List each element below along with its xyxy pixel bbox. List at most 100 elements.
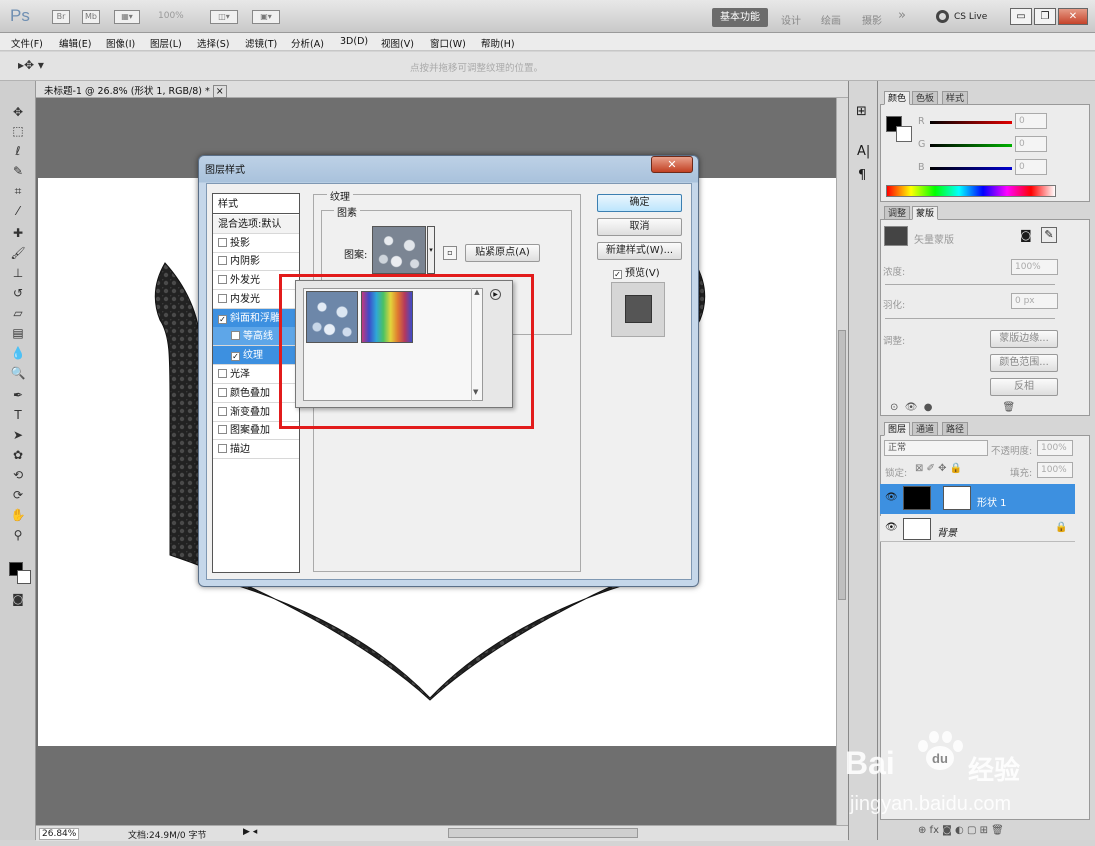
opacity-value[interactable]: 100% <box>1037 440 1073 456</box>
checkbox[interactable] <box>218 444 227 453</box>
vector-mask-icon[interactable]: ✎ <box>1041 227 1057 243</box>
color-spectrum-bar[interactable] <box>886 185 1056 197</box>
cs-live-button[interactable]: CS Live <box>954 12 987 22</box>
tab-channels[interactable]: 通道 <box>912 422 939 436</box>
workspace-photography[interactable]: 摄影 <box>862 12 882 27</box>
close-document-icon[interactable]: × <box>212 85 227 98</box>
quick-mask-icon[interactable]: ◙ <box>9 590 27 608</box>
3d-rotate-tool-icon[interactable]: ⟲ <box>9 466 27 484</box>
workspace-painting[interactable]: 绘画 <box>821 12 841 27</box>
checkbox[interactable] <box>218 238 227 247</box>
document-tab[interactable]: 未标题-1 @ 26.8% (形状 1, RGB/8) * × <box>44 83 227 98</box>
zoom-dropdown[interactable]: 100% <box>158 11 184 21</box>
ok-button[interactable]: 确定 <box>597 194 682 212</box>
quick-select-tool-icon[interactable]: ✎ <box>9 162 27 180</box>
checkbox-checked[interactable]: ✓ <box>218 315 227 324</box>
character-panel-icon[interactable]: A| <box>857 144 870 159</box>
status-menu-arrow-icon[interactable]: ▶ ◂ <box>243 827 257 837</box>
menu-window[interactable]: 窗口(W) <box>430 36 466 50</box>
checkbox-checked[interactable]: ✓ <box>613 270 622 279</box>
bridge-button[interactable]: Br <box>52 10 70 24</box>
eraser-tool-icon[interactable]: ▱ <box>9 304 27 322</box>
menu-filter[interactable]: 滤镜(T) <box>245 36 277 50</box>
arrange-documents-button[interactable]: ◫▾ <box>210 10 238 24</box>
view-extras-button[interactable]: ▦▾ <box>114 10 140 24</box>
menu-help[interactable]: 帮助(H) <box>481 36 515 50</box>
density-value[interactable]: 100% <box>1011 259 1058 275</box>
crop-tool-icon[interactable]: ⌗ <box>9 182 27 200</box>
green-slider[interactable] <box>930 144 1012 147</box>
paragraph-panel-icon[interactable]: ¶ <box>858 168 866 183</box>
screen-mode-button[interactable]: ▣▾ <box>252 10 280 24</box>
tab-masks[interactable]: 蒙版 <box>912 206 939 220</box>
checkbox[interactable] <box>218 294 227 303</box>
pattern-dropdown-arrow-icon[interactable]: ▾ <box>427 226 435 274</box>
tab-styles[interactable]: 样式 <box>942 91 969 105</box>
brush-tool-icon[interactable]: 🖌 <box>9 244 27 262</box>
checkbox-checked[interactable]: ✓ <box>231 352 240 361</box>
shape-tool-icon[interactable]: ✿ <box>9 446 27 464</box>
lasso-tool-icon[interactable]: ℓ <box>9 142 27 160</box>
layer-name[interactable]: 背景 <box>937 524 957 539</box>
checkbox[interactable] <box>218 369 227 378</box>
feather-value[interactable]: 0 px <box>1011 293 1058 309</box>
blending-options-item[interactable]: 混合选项:默认 <box>213 215 299 234</box>
restore-button[interactable]: ❐ <box>1034 8 1056 25</box>
pixel-mask-icon[interactable]: ◙ <box>1020 228 1032 242</box>
mini-bridge-button[interactable]: Mb <box>82 10 100 24</box>
move-tool-icon[interactable]: ✥ <box>9 103 27 121</box>
eyedropper-tool-icon[interactable]: ⁄ <box>9 202 27 220</box>
visibility-eye-icon[interactable]: 👁 <box>885 522 898 533</box>
lock-icons[interactable]: ⊠ ✐ ✥ 🔒 <box>915 463 962 474</box>
tab-color[interactable]: 颜色 <box>884 91 911 105</box>
zoom-level[interactable]: 26.84% <box>39 828 80 840</box>
checkbox[interactable] <box>218 407 227 416</box>
cancel-button[interactable]: 取消 <box>597 218 682 236</box>
healing-brush-tool-icon[interactable]: ✚ <box>9 224 27 242</box>
zoom-tool-icon[interactable]: ⚲ <box>9 526 27 544</box>
red-slider[interactable] <box>930 121 1012 124</box>
more-workspaces-button[interactable]: » <box>898 8 906 23</box>
red-value[interactable]: 0 <box>1015 113 1047 129</box>
blur-tool-icon[interactable]: 💧 <box>9 344 27 362</box>
style-item-inner-shadow[interactable]: 内阴影 <box>213 252 299 271</box>
menu-edit[interactable]: 编辑(E) <box>59 36 91 50</box>
minimize-button[interactable]: ▭ <box>1010 8 1032 25</box>
preview-checkbox[interactable]: ✓ 预览(V) <box>613 264 660 279</box>
checkbox[interactable] <box>231 331 240 340</box>
background-color-chip[interactable] <box>896 126 912 142</box>
marquee-tool-icon[interactable]: ⬚ <box>9 122 27 140</box>
checkbox[interactable] <box>218 256 227 265</box>
menu-file[interactable]: 文件(F) <box>11 36 43 50</box>
hand-tool-icon[interactable]: ✋ <box>9 506 27 524</box>
history-panel-icon[interactable]: ⊞ <box>856 104 867 119</box>
pattern-preview[interactable] <box>372 226 426 274</box>
dialog-close-button[interactable]: ✕ <box>651 156 693 173</box>
snap-to-origin-button[interactable]: 贴紧原点(A) <box>465 244 540 262</box>
close-app-button[interactable]: ✕ <box>1058 8 1088 25</box>
blue-slider[interactable] <box>930 167 1012 170</box>
cs-live-icon[interactable] <box>936 10 949 23</box>
new-preset-icon[interactable]: ▫ <box>443 246 457 260</box>
menu-analysis[interactable]: 分析(A) <box>291 36 324 50</box>
clone-stamp-tool-icon[interactable]: ⊥ <box>9 264 27 282</box>
type-tool-icon[interactable]: T <box>9 406 27 424</box>
menu-view[interactable]: 视图(V) <box>381 36 414 50</box>
menu-image[interactable]: 图像(I) <box>106 36 135 50</box>
blue-value[interactable]: 0 <box>1015 159 1047 175</box>
color-range-button[interactable]: 颜色范围... <box>990 354 1058 372</box>
menu-layer[interactable]: 图层(L) <box>150 36 182 50</box>
tab-adjustments[interactable]: 调整 <box>884 206 911 220</box>
style-list-header[interactable]: 样式 <box>213 195 299 214</box>
layer-name[interactable]: 形状 1 <box>977 494 1007 509</box>
pen-tool-icon[interactable]: ✒ <box>9 386 27 404</box>
horizontal-scroll-thumb[interactable] <box>448 828 638 838</box>
tab-swatches[interactable]: 色板 <box>912 91 939 105</box>
green-value[interactable]: 0 <box>1015 136 1047 152</box>
workspace-design[interactable]: 设计 <box>781 12 801 27</box>
visibility-eye-icon[interactable]: 👁 <box>885 492 898 503</box>
invert-button[interactable]: 反相 <box>990 378 1058 396</box>
density-slider[interactable] <box>885 284 1055 285</box>
layers-footer-icons[interactable]: ⊕ fx ◙ ◐ ▢ ⊞ 🗑 <box>918 825 1004 836</box>
3d-orbit-tool-icon[interactable]: ⟳ <box>9 486 27 504</box>
